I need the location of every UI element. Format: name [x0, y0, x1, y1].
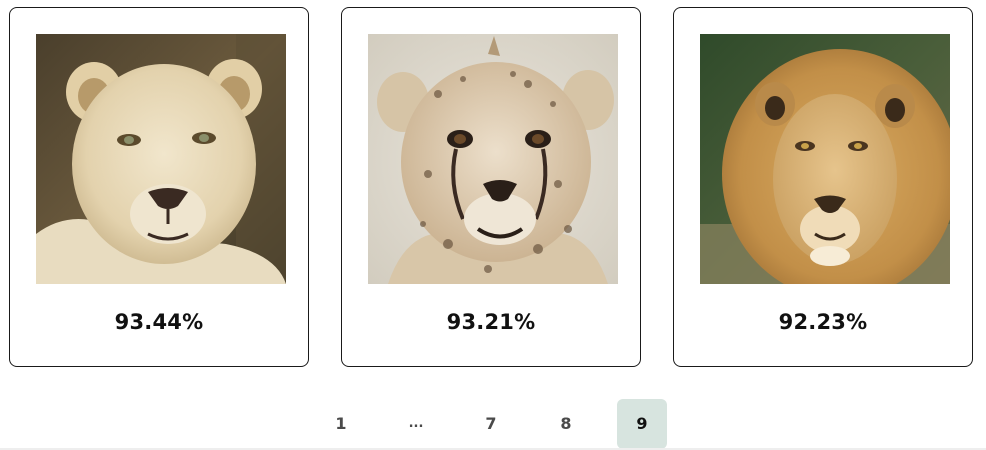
male-lion-photo — [700, 34, 950, 284]
result-card[interactable]: 92.23% — [673, 7, 973, 367]
similarity-score: 93.44% — [114, 310, 204, 334]
result-card[interactable]: 93.21% — [341, 7, 641, 367]
page-button-7[interactable]: 7 — [466, 399, 516, 449]
page-button-8[interactable]: 8 — [541, 399, 591, 449]
page-button-1[interactable]: 1 — [316, 399, 366, 449]
results-grid: 93.44% 93.21% 92.23% — [0, 0, 986, 380]
similarity-score: 93.21% — [446, 310, 536, 334]
white-lioness-photo — [36, 34, 286, 284]
page-ellipsis: ... — [408, 416, 424, 431]
pagination: 1 ... 7 8 9 — [0, 399, 986, 449]
result-card[interactable]: 93.44% — [9, 7, 309, 367]
cheetah-cub-photo — [368, 34, 618, 284]
similarity-score: 92.23% — [778, 310, 868, 334]
page-button-9-current[interactable]: 9 — [617, 399, 667, 449]
